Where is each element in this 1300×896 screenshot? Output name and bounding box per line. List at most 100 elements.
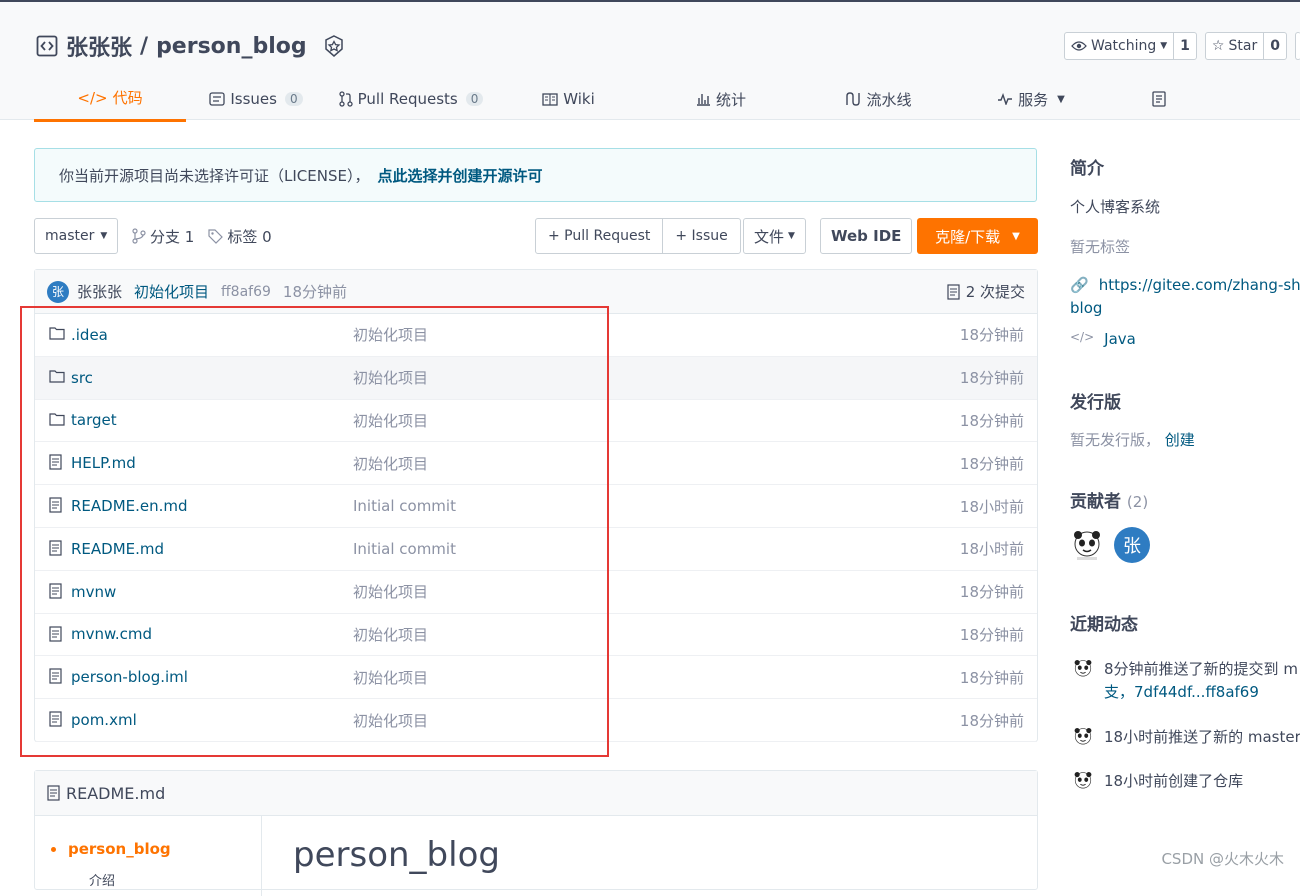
- tab-services[interactable]: 服务 ▼: [956, 76, 1106, 122]
- repo-toolbar: master ▼ 分支 1 标签 0 + Pull Request + Issu…: [34, 218, 1038, 254]
- tab-stats[interactable]: 统计: [641, 76, 801, 122]
- tags-link[interactable]: 标签 0: [208, 226, 271, 247]
- watch-label: Watching: [1091, 38, 1156, 54]
- toc-item-person-blog[interactable]: person_blog: [51, 840, 171, 858]
- issues-icon: [209, 92, 225, 106]
- watch-button[interactable]: Watching ▼: [1065, 33, 1173, 59]
- release-row: 暂无发行版， 创建: [1070, 429, 1195, 450]
- repo-url-row: 🔗 https://gitee.com/zhang-shou: [1070, 276, 1300, 294]
- activity-text: 8分钟前推送了新的提交到 m: [1104, 658, 1298, 681]
- tab-wiki[interactable]: Wiki: [496, 76, 641, 122]
- contributors-title-label: 贡献者: [1070, 492, 1121, 512]
- repo-separator: /: [140, 34, 148, 59]
- repo-name-link[interactable]: person_blog: [156, 34, 307, 59]
- tab-issues[interactable]: Issues 0: [186, 76, 326, 122]
- clone-download-label: 克隆/下载: [935, 226, 1000, 247]
- readme-filename[interactable]: README.md: [66, 784, 165, 803]
- pull-requests-count-badge: 0: [466, 92, 484, 106]
- tab-more[interactable]: [1106, 76, 1166, 122]
- tab-issues-label: Issues: [230, 90, 277, 108]
- document-icon: [1152, 91, 1166, 107]
- tag-icon: [208, 229, 223, 244]
- medal-icon[interactable]: [323, 34, 345, 58]
- star-label: Star: [1228, 38, 1257, 54]
- branches-count: 分支 1: [150, 226, 194, 247]
- repo-title: 张张张 / person_blog: [36, 30, 353, 62]
- readme-header: README.md: [35, 771, 1037, 816]
- file-commit-time: 18小时前: [960, 496, 1024, 517]
- avatar[interactable]: [1072, 726, 1094, 748]
- new-pull-request-button[interactable]: + Pull Request: [536, 219, 662, 253]
- watch-count[interactable]: 1: [1173, 33, 1196, 59]
- language-row: </> Java: [1070, 330, 1136, 348]
- intro-description: 个人博客系统: [1070, 196, 1160, 217]
- activity-title: 近期动态: [1070, 610, 1138, 635]
- tab-code[interactable]: </> 代码: [34, 76, 186, 122]
- commit-hash[interactable]: ff8af69: [221, 284, 271, 300]
- highlight-annotation-box: [20, 306, 609, 757]
- file-commit-time: 18分钟前: [960, 410, 1024, 431]
- code-icon: </>: [77, 89, 107, 107]
- language-link[interactable]: Java: [1104, 330, 1136, 348]
- clone-download-button[interactable]: 克隆/下载 ▼: [917, 218, 1038, 254]
- commit-message[interactable]: 初始化项目: [134, 281, 209, 302]
- code-icon: </>: [1070, 330, 1094, 348]
- watermark: CSDN @火木火木: [1161, 848, 1284, 869]
- avatar[interactable]: 张: [47, 281, 69, 303]
- activity-item: 18小时前推送了新的 master: [1072, 726, 1300, 748]
- repo-url-link-cont[interactable]: blog: [1070, 299, 1102, 317]
- commit-time: 18分钟前: [283, 281, 347, 302]
- pipeline-icon: [845, 91, 861, 107]
- commit-count-link[interactable]: 2 次提交: [947, 281, 1025, 302]
- avatar[interactable]: [1072, 770, 1094, 792]
- contributor-avatars: 张: [1070, 527, 1150, 563]
- new-pr-issue-group: + Pull Request + Issue: [535, 218, 741, 254]
- tab-code-label: 代码: [113, 87, 143, 108]
- branch-tag-meta: 分支 1 标签 0: [132, 218, 272, 254]
- file-commit-time: 18分钟前: [960, 324, 1024, 345]
- activity-commit-link[interactable]: 支，7df44df...ff8af69: [1104, 681, 1298, 704]
- file-commit-time: 18分钟前: [960, 667, 1024, 688]
- file-commit-time: 18分钟前: [960, 581, 1024, 602]
- tab-pipeline[interactable]: 流水线: [801, 76, 956, 122]
- file-commit-time: 18分钟前: [960, 710, 1024, 731]
- activity-text: 18小时前创建了仓库: [1104, 770, 1243, 792]
- caret-down-icon: ▼: [1057, 94, 1065, 105]
- toc-item-intro[interactable]: 介绍: [89, 870, 115, 889]
- branch-icon: [132, 228, 146, 244]
- tags-count: 标签 0: [227, 226, 271, 247]
- file-commit-time: 18分钟前: [960, 624, 1024, 645]
- license-create-link[interactable]: 点此选择并创建开源许可: [377, 165, 542, 186]
- repo-owner-link[interactable]: 张张张: [66, 30, 132, 62]
- fork-button-group[interactable]: [1295, 32, 1300, 60]
- caret-down-icon: ▼: [100, 231, 107, 241]
- bar-chart-icon: [696, 92, 711, 106]
- contributors-count: (2): [1127, 493, 1148, 511]
- new-issue-button[interactable]: + Issue: [662, 219, 739, 253]
- document-icon: [47, 785, 60, 801]
- repo-url-link[interactable]: https://gitee.com/zhang-shou: [1099, 276, 1300, 294]
- star-button[interactable]: ☆ Star: [1206, 33, 1263, 59]
- activity-item: 8分钟前推送了新的提交到 m 支，7df44df...ff8af69: [1072, 658, 1298, 704]
- tab-pipeline-label: 流水线: [866, 89, 911, 110]
- branches-link[interactable]: 分支 1: [132, 226, 194, 247]
- create-release-link[interactable]: 创建: [1165, 431, 1195, 449]
- avatar[interactable]: 张: [1114, 527, 1150, 563]
- activity-text: 18小时前推送了新的 master: [1104, 726, 1300, 748]
- repo-header: 张张张 / person_blog Watching ▼ 1 ☆ Star 0 …: [0, 0, 1300, 120]
- avatar[interactable]: [1072, 658, 1094, 680]
- avatar[interactable]: [1070, 528, 1104, 562]
- file-menu-button[interactable]: 文件 ▼: [743, 218, 806, 254]
- commit-author[interactable]: 张张张: [77, 281, 122, 302]
- caret-down-icon: ▼: [1160, 41, 1167, 51]
- license-notice: 你当前开源项目尚未选择许可证（LICENSE）， 点此选择并创建开源许可: [34, 148, 1037, 202]
- star-count[interactable]: 0: [1263, 33, 1286, 59]
- web-ide-button[interactable]: Web IDE: [820, 218, 912, 254]
- bullet-icon: [51, 847, 56, 852]
- file-commit-time: 18分钟前: [960, 453, 1024, 474]
- file-menu-label: 文件: [754, 226, 784, 247]
- branch-select[interactable]: master ▼: [34, 218, 118, 254]
- no-tags-text: 暂无标签: [1070, 236, 1130, 257]
- tab-pull-requests[interactable]: Pull Requests 0: [326, 76, 496, 122]
- readme-panel: README.md person_blog 介绍 person_blog: [34, 770, 1038, 890]
